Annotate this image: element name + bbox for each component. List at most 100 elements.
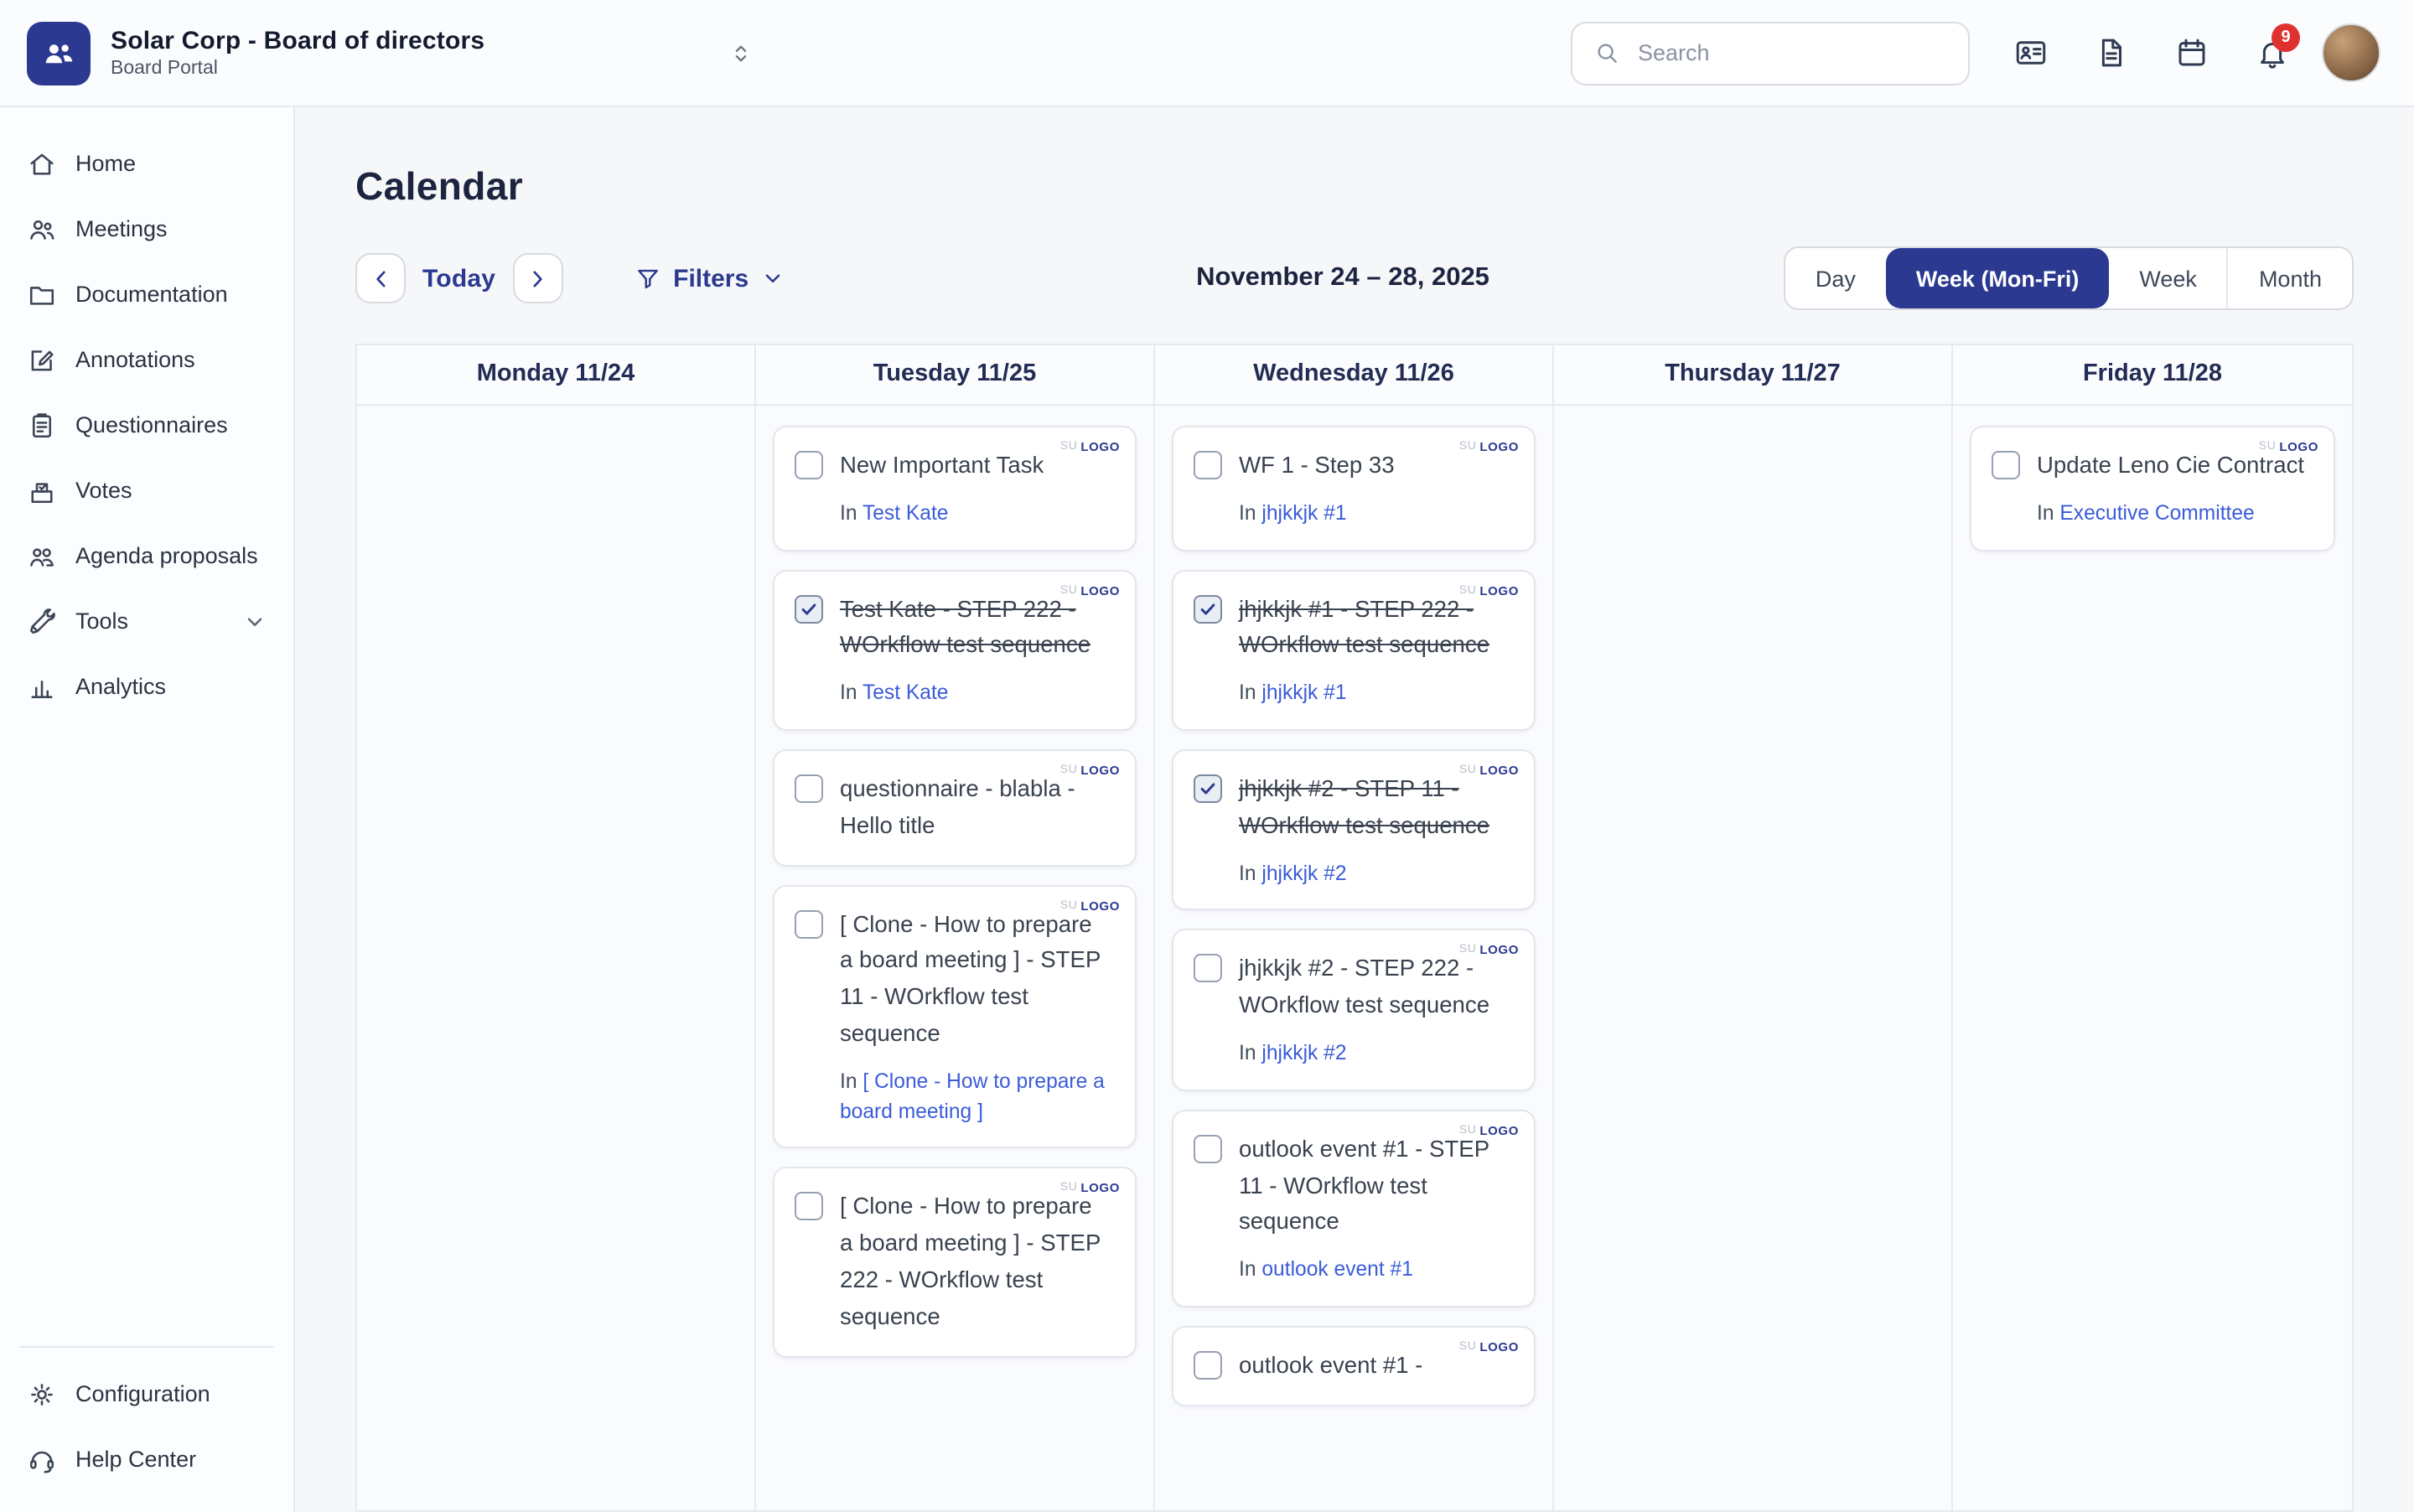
chevron-down-icon <box>760 267 784 290</box>
search-box[interactable] <box>1571 21 1970 85</box>
event-title: jhjkkjk #2 - STEP 11 - WOrkflow test seq… <box>1239 771 1507 844</box>
prev-week-button[interactable] <box>355 253 406 303</box>
user-avatar[interactable] <box>2322 23 2380 82</box>
event-checkbox[interactable] <box>795 909 823 938</box>
sidebar-footer: Configuration Help Center <box>0 1333 293 1492</box>
filters-button[interactable]: Filters <box>633 264 784 293</box>
view-option-week[interactable]: Week <box>2109 248 2227 308</box>
people-logo-icon <box>39 33 79 73</box>
day-column-friday-11-28: Update Leno Cie Contract In Executive Co… <box>1953 406 2352 1510</box>
chevron-left-icon <box>368 266 393 291</box>
event-checkbox[interactable] <box>795 451 823 479</box>
view-option-day[interactable]: Day <box>1785 248 1886 308</box>
event-context-link[interactable]: jhjkkjk #1 <box>1261 501 1346 525</box>
sidebar-item-label: Meetings <box>75 216 168 241</box>
event-checkbox[interactable] <box>795 1193 823 1221</box>
event-card[interactable]: outlook event #1 - STEP 11 - WOrkflow te… <box>1172 1110 1536 1307</box>
meetings-icon <box>27 214 57 244</box>
sidebar: Home Meetings Documentation Annotations … <box>0 107 295 1512</box>
event-context-link[interactable]: jhjkkjk #2 <box>1261 861 1346 884</box>
event-title: jhjkkjk #2 - STEP 222 - WOrkflow test se… <box>1239 951 1507 1024</box>
configuration-icon <box>27 1379 57 1409</box>
documentation-icon <box>27 279 57 309</box>
documents-button[interactable] <box>2077 19 2144 86</box>
event-checkbox[interactable] <box>1194 774 1222 803</box>
calendar-toolbar: Today Filters November 24 – 28, 2025 Day… <box>355 246 2354 310</box>
sidebar-divider <box>20 1346 273 1348</box>
view-option-week-mon-fri[interactable]: Week (Mon-Fri) <box>1886 248 2110 308</box>
sidebar-item-tools[interactable]: Tools <box>0 588 293 654</box>
org-switcher-button[interactable] <box>719 31 763 75</box>
sidebar-item-label: Agenda proposals <box>75 543 258 568</box>
event-checkbox[interactable] <box>1194 594 1222 623</box>
event-context-link[interactable]: Executive Committee <box>2059 501 2254 525</box>
event-context-link[interactable]: Test Kate <box>863 681 949 704</box>
today-button[interactable]: Today <box>422 264 495 293</box>
sidebar-item-label: Tools <box>75 608 128 634</box>
document-icon <box>2093 35 2128 70</box>
workspace-badge: SULOGO <box>1459 583 1519 598</box>
sidebar-item-analytics[interactable]: Analytics <box>0 654 293 719</box>
filter-icon <box>633 264 661 293</box>
calendar-button[interactable] <box>2158 19 2225 86</box>
sidebar-item-questionnaires[interactable]: Questionnaires <box>0 392 293 458</box>
event-card[interactable]: WF 1 - Step 33 In jhjkkjk #1 SULOGO <box>1172 426 1536 551</box>
sidebar-item-votes[interactable]: Votes <box>0 458 293 523</box>
event-context: In jhjkkjk #1 <box>1239 500 1507 530</box>
event-card[interactable]: jhjkkjk #2 - STEP 222 - WOrkflow test se… <box>1172 929 1536 1091</box>
event-checkbox[interactable] <box>795 774 823 803</box>
event-context-link[interactable]: Test Kate <box>863 501 949 525</box>
day-column-tuesday-11-25: New Important Task In Test Kate SULOGO T… <box>756 406 1155 1510</box>
event-card[interactable]: jhjkkjk #2 - STEP 11 - WOrkflow test seq… <box>1172 749 1536 911</box>
search-input[interactable] <box>1634 39 1948 67</box>
event-title: outlook event #1 - STEP 11 - WOrkflow te… <box>1239 1131 1507 1241</box>
event-context-link[interactable]: jhjkkjk #1 <box>1261 681 1346 704</box>
date-range-title: November 24 – 28, 2025 <box>1196 263 1489 293</box>
workspace-badge: SULOGO <box>1060 1181 1120 1196</box>
event-checkbox[interactable] <box>1194 955 1222 983</box>
sidebar-item-home[interactable]: Home <box>0 131 293 196</box>
day-header-tuesday-11-25: Tuesday 11/25 <box>756 345 1155 404</box>
calendar-body: New Important Task In Test Kate SULOGO T… <box>355 406 2354 1512</box>
view-option-month[interactable]: Month <box>2227 248 2352 308</box>
chevron-updown-icon <box>728 39 754 66</box>
event-context: In Test Kate <box>840 679 1108 709</box>
event-checkbox[interactable] <box>1194 1135 1222 1163</box>
event-checkbox[interactable] <box>1194 1351 1222 1380</box>
event-card[interactable]: [ Clone - How to prepare a board meeting… <box>773 1168 1137 1357</box>
notifications-button[interactable]: 9 <box>2238 19 2305 86</box>
sidebar-item-documentation[interactable]: Documentation <box>0 261 293 327</box>
event-card[interactable]: jhjkkjk #1 - STEP 222 - WOrkflow test se… <box>1172 569 1536 731</box>
event-card[interactable]: Update Leno Cie Contract In Executive Co… <box>1970 426 2335 551</box>
day-header-friday-11-28: Friday 11/28 <box>1953 345 2352 404</box>
event-card[interactable]: outlook event #1 - SULOGO <box>1172 1326 1536 1406</box>
analytics-icon <box>27 671 57 702</box>
sidebar-item-configuration[interactable]: Configuration <box>0 1361 293 1427</box>
event-checkbox[interactable] <box>795 594 823 623</box>
sidebar-item-meetings[interactable]: Meetings <box>0 196 293 261</box>
event-context: In jhjkkjk #1 <box>1239 679 1507 709</box>
event-context-link[interactable]: outlook event #1 <box>1261 1258 1413 1282</box>
event-context: In [ Clone - How to prepare a board meet… <box>840 1068 1108 1127</box>
sidebar-item-annotations[interactable]: Annotations <box>0 327 293 392</box>
event-context-link[interactable]: jhjkkjk #2 <box>1261 1041 1346 1064</box>
sidebar-item-help-center[interactable]: Help Center <box>0 1427 293 1492</box>
event-card[interactable]: questionnaire - blabla - Hello title SUL… <box>773 749 1137 866</box>
event-context-link[interactable]: [ Clone - How to prepare a board meeting… <box>840 1069 1105 1123</box>
next-week-button[interactable] <box>512 253 562 303</box>
annotations-icon <box>27 344 57 375</box>
filters-label: Filters <box>673 264 749 293</box>
event-card[interactable]: New Important Task In Test Kate SULOGO <box>773 426 1137 551</box>
contacts-button[interactable] <box>1997 19 2064 86</box>
event-title: [ Clone - How to prepare a board meeting… <box>840 906 1108 1052</box>
event-checkbox[interactable] <box>1194 451 1222 479</box>
sidebar-item-agenda-proposals[interactable]: Agenda proposals <box>0 523 293 588</box>
day-column-thursday-11-27 <box>1554 406 1953 1510</box>
workspace-badge: SULOGO <box>1060 439 1120 454</box>
main-content: Calendar Today Filters November 24 – 28,… <box>295 107 2414 1512</box>
sidebar-item-label: Help Center <box>75 1447 196 1472</box>
event-card[interactable]: [ Clone - How to prepare a board meeting… <box>773 884 1137 1149</box>
event-card[interactable]: Test Kate - STEP 222 - WOrkflow test seq… <box>773 569 1137 731</box>
event-checkbox[interactable] <box>1992 451 2020 479</box>
day-column-monday-11-24 <box>357 406 756 1510</box>
